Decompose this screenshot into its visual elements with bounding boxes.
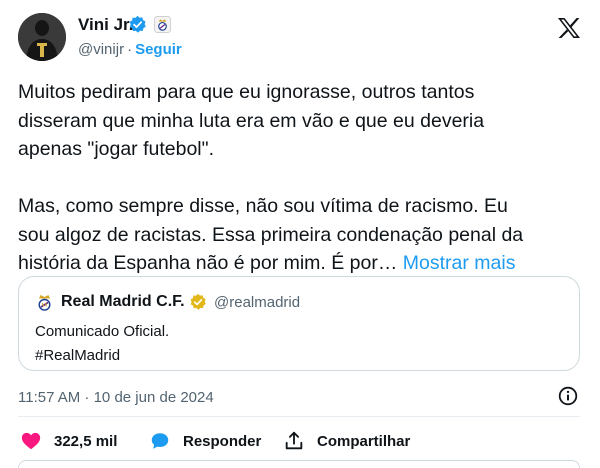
share-label: Compartilhar [317,432,411,450]
divider [18,416,580,417]
share-button[interactable]: Compartilhar [283,428,410,454]
author-handle-row: @vinijr · Seguir [78,41,182,58]
real-madrid-crest-icon [38,295,51,311]
info-icon[interactable] [558,386,578,406]
quote-hashtag[interactable]: #RealMadrid [35,347,120,364]
verified-badge-icon [129,15,146,33]
next-card-edge [18,460,580,468]
tweet-timestamp[interactable]: 11:57 AM · 10 de jun de 2024 [18,389,214,406]
follow-button[interactable]: Seguir [135,41,182,58]
x-logo-icon[interactable] [557,17,581,39]
verified-gold-badge-icon [190,293,206,310]
like-button[interactable]: 322,5 mil [20,428,117,454]
tweet-text: Muitos pediram para que eu ignorasse, ou… [18,78,588,278]
quote-author-name[interactable]: Real Madrid C.F. [61,293,185,311]
heart-icon [21,432,41,450]
quoted-tweet[interactable]: Real Madrid C.F. @realmadrid Comunicado … [18,276,580,371]
quote-text-line: Comunicado Oficial. [35,323,170,340]
like-count: 322,5 mil [54,432,118,450]
share-icon [285,431,303,450]
separator-dot: · [127,41,133,58]
tweet-body: Muitos pediram para que eu ignorasse, ou… [18,81,524,274]
reply-label: Responder [183,432,262,450]
tweet-card: Vini Jr. @vinijr · Seguir Muitos pediram p… [0,0,600,468]
author-name[interactable]: Vini Jr. [78,15,133,35]
author-handle[interactable]: @vinijr [78,41,124,58]
reply-button[interactable]: Responder [149,428,261,454]
quote-author-handle[interactable]: @realmadrid [214,294,300,311]
show-more-link[interactable]: Mostrar mais [403,252,516,274]
real-madrid-crest-icon [154,16,171,33]
speech-bubble-icon [151,433,169,449]
avatar[interactable] [18,13,66,61]
